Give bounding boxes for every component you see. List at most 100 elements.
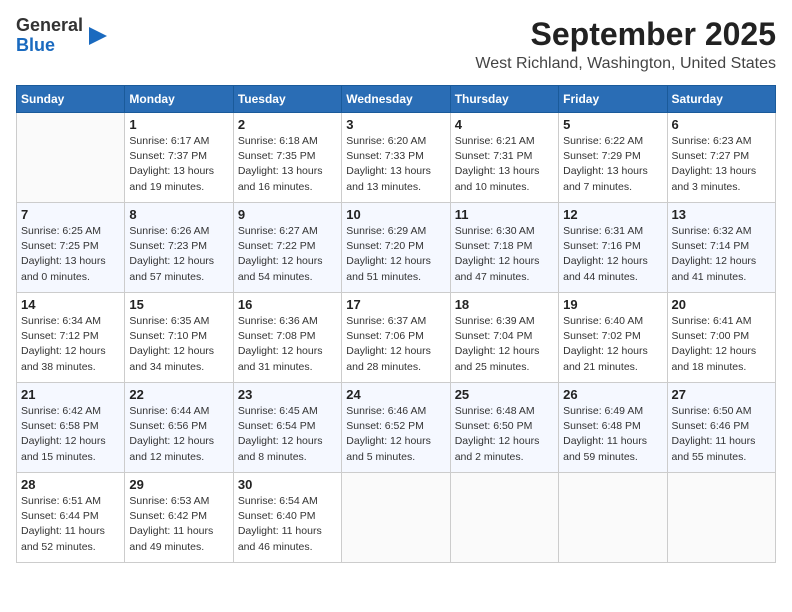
day-number: 7 [21,207,120,222]
calendar-cell: 6 Sunrise: 6:23 AMSunset: 7:27 PMDaylight… [667,113,775,203]
day-info: Sunrise: 6:49 AMSunset: 6:48 PMDaylight:… [563,404,662,465]
calendar-cell: 5Sunrise: 6:22 AMSunset: 7:29 PMDaylight… [559,113,667,203]
day-info: Sunrise: 6:48 AMSunset: 6:50 PMDaylight:… [455,404,554,465]
calendar-cell: 16Sunrise: 6:36 AMSunset: 7:08 PMDayligh… [233,293,341,383]
day-info: Sunrise: 6:41 AMSunset: 7:00 PMDaylight:… [672,314,771,375]
day-info: Sunrise: 6:23 AMSunset: 7:27 PMDaylight:… [672,134,771,195]
calendar-cell: 10 Sunrise: 6:29 AMSunset: 7:20 PMDayligh… [342,203,450,293]
calendar-cell: 8 Sunrise: 6:26 AMSunset: 7:23 PMDaylight… [125,203,233,293]
day-number: 11 [455,207,554,222]
day-number: 6 [672,117,771,132]
weekday-header: Saturday [667,86,775,113]
title-area: September 2025 West Richland, Washington… [475,16,776,73]
day-number: 15 [129,297,228,312]
day-info: Sunrise: 6:26 AMSunset: 7:23 PMDaylight:… [129,224,228,285]
day-number: 27 [672,387,771,402]
header: General Blue September 2025 West Richlan… [16,16,776,73]
calendar-cell: 17 Sunrise: 6:37 AMSunset: 7:06 PMDayligh… [342,293,450,383]
logo-text: General Blue [16,16,83,56]
calendar-cell: 21 Sunrise: 6:42 AMSunset: 6:58 PMDayligh… [17,383,125,473]
calendar-cell: 18 Sunrise: 6:39 AMSunset: 7:04 PMDayligh… [450,293,558,383]
day-number: 16 [238,297,337,312]
day-info: Sunrise: 6:44 AMSunset: 6:56 PMDaylight:… [129,404,228,465]
day-info: Sunrise: 6:39 AMSunset: 7:04 PMDaylight:… [455,314,554,375]
calendar-cell [559,473,667,563]
day-info: Sunrise: 6:25 AMSunset: 7:25 PMDaylight:… [21,224,120,285]
day-number: 21 [21,387,120,402]
day-info: Sunrise: 6:20 AMSunset: 7:33 PMDaylight:… [346,134,445,195]
weekday-header: Tuesday [233,86,341,113]
day-info: Sunrise: 6:29 AMSunset: 7:20 PMDaylight:… [346,224,445,285]
calendar-cell: 11 Sunrise: 6:30 AMSunset: 7:18 PMDayligh… [450,203,558,293]
calendar-header: SundayMondayTuesdayWednesdayThursdayFrid… [17,86,776,113]
day-info: Sunrise: 6:37 AMSunset: 7:06 PMDaylight:… [346,314,445,375]
day-number: 14 [21,297,120,312]
logo-icon [87,25,109,47]
weekday-header: Wednesday [342,86,450,113]
day-info: Sunrise: 6:40 AMSunset: 7:02 PMDaylight:… [563,314,662,375]
day-number: 2 [238,117,337,132]
day-number: 13 [672,207,771,222]
day-number: 1 [129,117,228,132]
calendar-cell: 22 Sunrise: 6:44 AMSunset: 6:56 PMDayligh… [125,383,233,473]
day-info: Sunrise: 6:30 AMSunset: 7:18 PMDaylight:… [455,224,554,285]
calendar-cell: 19Sunrise: 6:40 AMSunset: 7:02 PMDayligh… [559,293,667,383]
weekday-header: Thursday [450,86,558,113]
day-info: Sunrise: 6:27 AMSunset: 7:22 PMDaylight:… [238,224,337,285]
day-number: 25 [455,387,554,402]
day-number: 23 [238,387,337,402]
calendar-cell: 20 Sunrise: 6:41 AMSunset: 7:00 PMDayligh… [667,293,775,383]
day-number: 28 [21,477,120,492]
day-number: 17 [346,297,445,312]
day-info: Sunrise: 6:22 AMSunset: 7:29 PMDaylight:… [563,134,662,195]
day-number: 24 [346,387,445,402]
day-info: Sunrise: 6:42 AMSunset: 6:58 PMDaylight:… [21,404,120,465]
weekday-header: Sunday [17,86,125,113]
day-number: 30 [238,477,337,492]
calendar-cell: 27Sunrise: 6:50 AMSunset: 6:46 PMDayligh… [667,383,775,473]
day-info: Sunrise: 6:21 AMSunset: 7:31 PMDaylight:… [455,134,554,195]
weekday-header: Friday [559,86,667,113]
calendar-cell: 26 Sunrise: 6:49 AMSunset: 6:48 PMDayligh… [559,383,667,473]
day-number: 29 [129,477,228,492]
logo: General Blue [16,16,109,56]
day-info: Sunrise: 6:35 AMSunset: 7:10 PMDaylight:… [129,314,228,375]
day-number: 12 [563,207,662,222]
calendar-cell: 12 Sunrise: 6:31 AMSunset: 7:16 PMDayligh… [559,203,667,293]
day-info: Sunrise: 6:53 AMSunset: 6:42 PMDaylight:… [129,494,228,555]
day-number: 9 [238,207,337,222]
calendar-cell: 29 Sunrise: 6:53 AMSunset: 6:42 PMDayligh… [125,473,233,563]
calendar-cell: 7 Sunrise: 6:25 AMSunset: 7:25 PMDaylight… [17,203,125,293]
calendar-cell: 28Sunrise: 6:51 AMSunset: 6:44 PMDayligh… [17,473,125,563]
calendar-cell: 9 Sunrise: 6:27 AMSunset: 7:22 PMDaylight… [233,203,341,293]
day-number: 3 [346,117,445,132]
calendar-cell: 1 Sunrise: 6:17 AMSunset: 7:37 PMDaylight… [125,113,233,203]
calendar-cell: 14 Sunrise: 6:34 AMSunset: 7:12 PMDayligh… [17,293,125,383]
day-number: 22 [129,387,228,402]
calendar-cell: 30 Sunrise: 6:54 AMSunset: 6:40 PMDayligh… [233,473,341,563]
day-info: Sunrise: 6:34 AMSunset: 7:12 PMDaylight:… [21,314,120,375]
day-number: 10 [346,207,445,222]
calendar-cell: 2 Sunrise: 6:18 AMSunset: 7:35 PMDaylight… [233,113,341,203]
day-number: 8 [129,207,228,222]
day-number: 26 [563,387,662,402]
calendar-cell: 13 Sunrise: 6:32 AMSunset: 7:14 PMDayligh… [667,203,775,293]
calendar-cell: 23 Sunrise: 6:45 AMSunset: 6:54 PMDayligh… [233,383,341,473]
calendar-cell [667,473,775,563]
calendar-cell [450,473,558,563]
calendar-cell: 15 Sunrise: 6:35 AMSunset: 7:10 PMDayligh… [125,293,233,383]
month-title: September 2025 [475,16,776,53]
day-info: Sunrise: 6:31 AMSunset: 7:16 PMDaylight:… [563,224,662,285]
day-number: 20 [672,297,771,312]
day-info: Sunrise: 6:18 AMSunset: 7:35 PMDaylight:… [238,134,337,195]
day-info: Sunrise: 6:32 AMSunset: 7:14 PMDaylight:… [672,224,771,285]
day-info: Sunrise: 6:54 AMSunset: 6:40 PMDaylight:… [238,494,337,555]
weekday-header: Monday [125,86,233,113]
calendar-cell: 24Sunrise: 6:46 AMSunset: 6:52 PMDayligh… [342,383,450,473]
calendar-cell: 25 Sunrise: 6:48 AMSunset: 6:50 PMDayligh… [450,383,558,473]
day-info: Sunrise: 6:45 AMSunset: 6:54 PMDaylight:… [238,404,337,465]
calendar-cell: 3 Sunrise: 6:20 AMSunset: 7:33 PMDaylight… [342,113,450,203]
day-info: Sunrise: 6:17 AMSunset: 7:37 PMDaylight:… [129,134,228,195]
day-number: 4 [455,117,554,132]
day-number: 18 [455,297,554,312]
